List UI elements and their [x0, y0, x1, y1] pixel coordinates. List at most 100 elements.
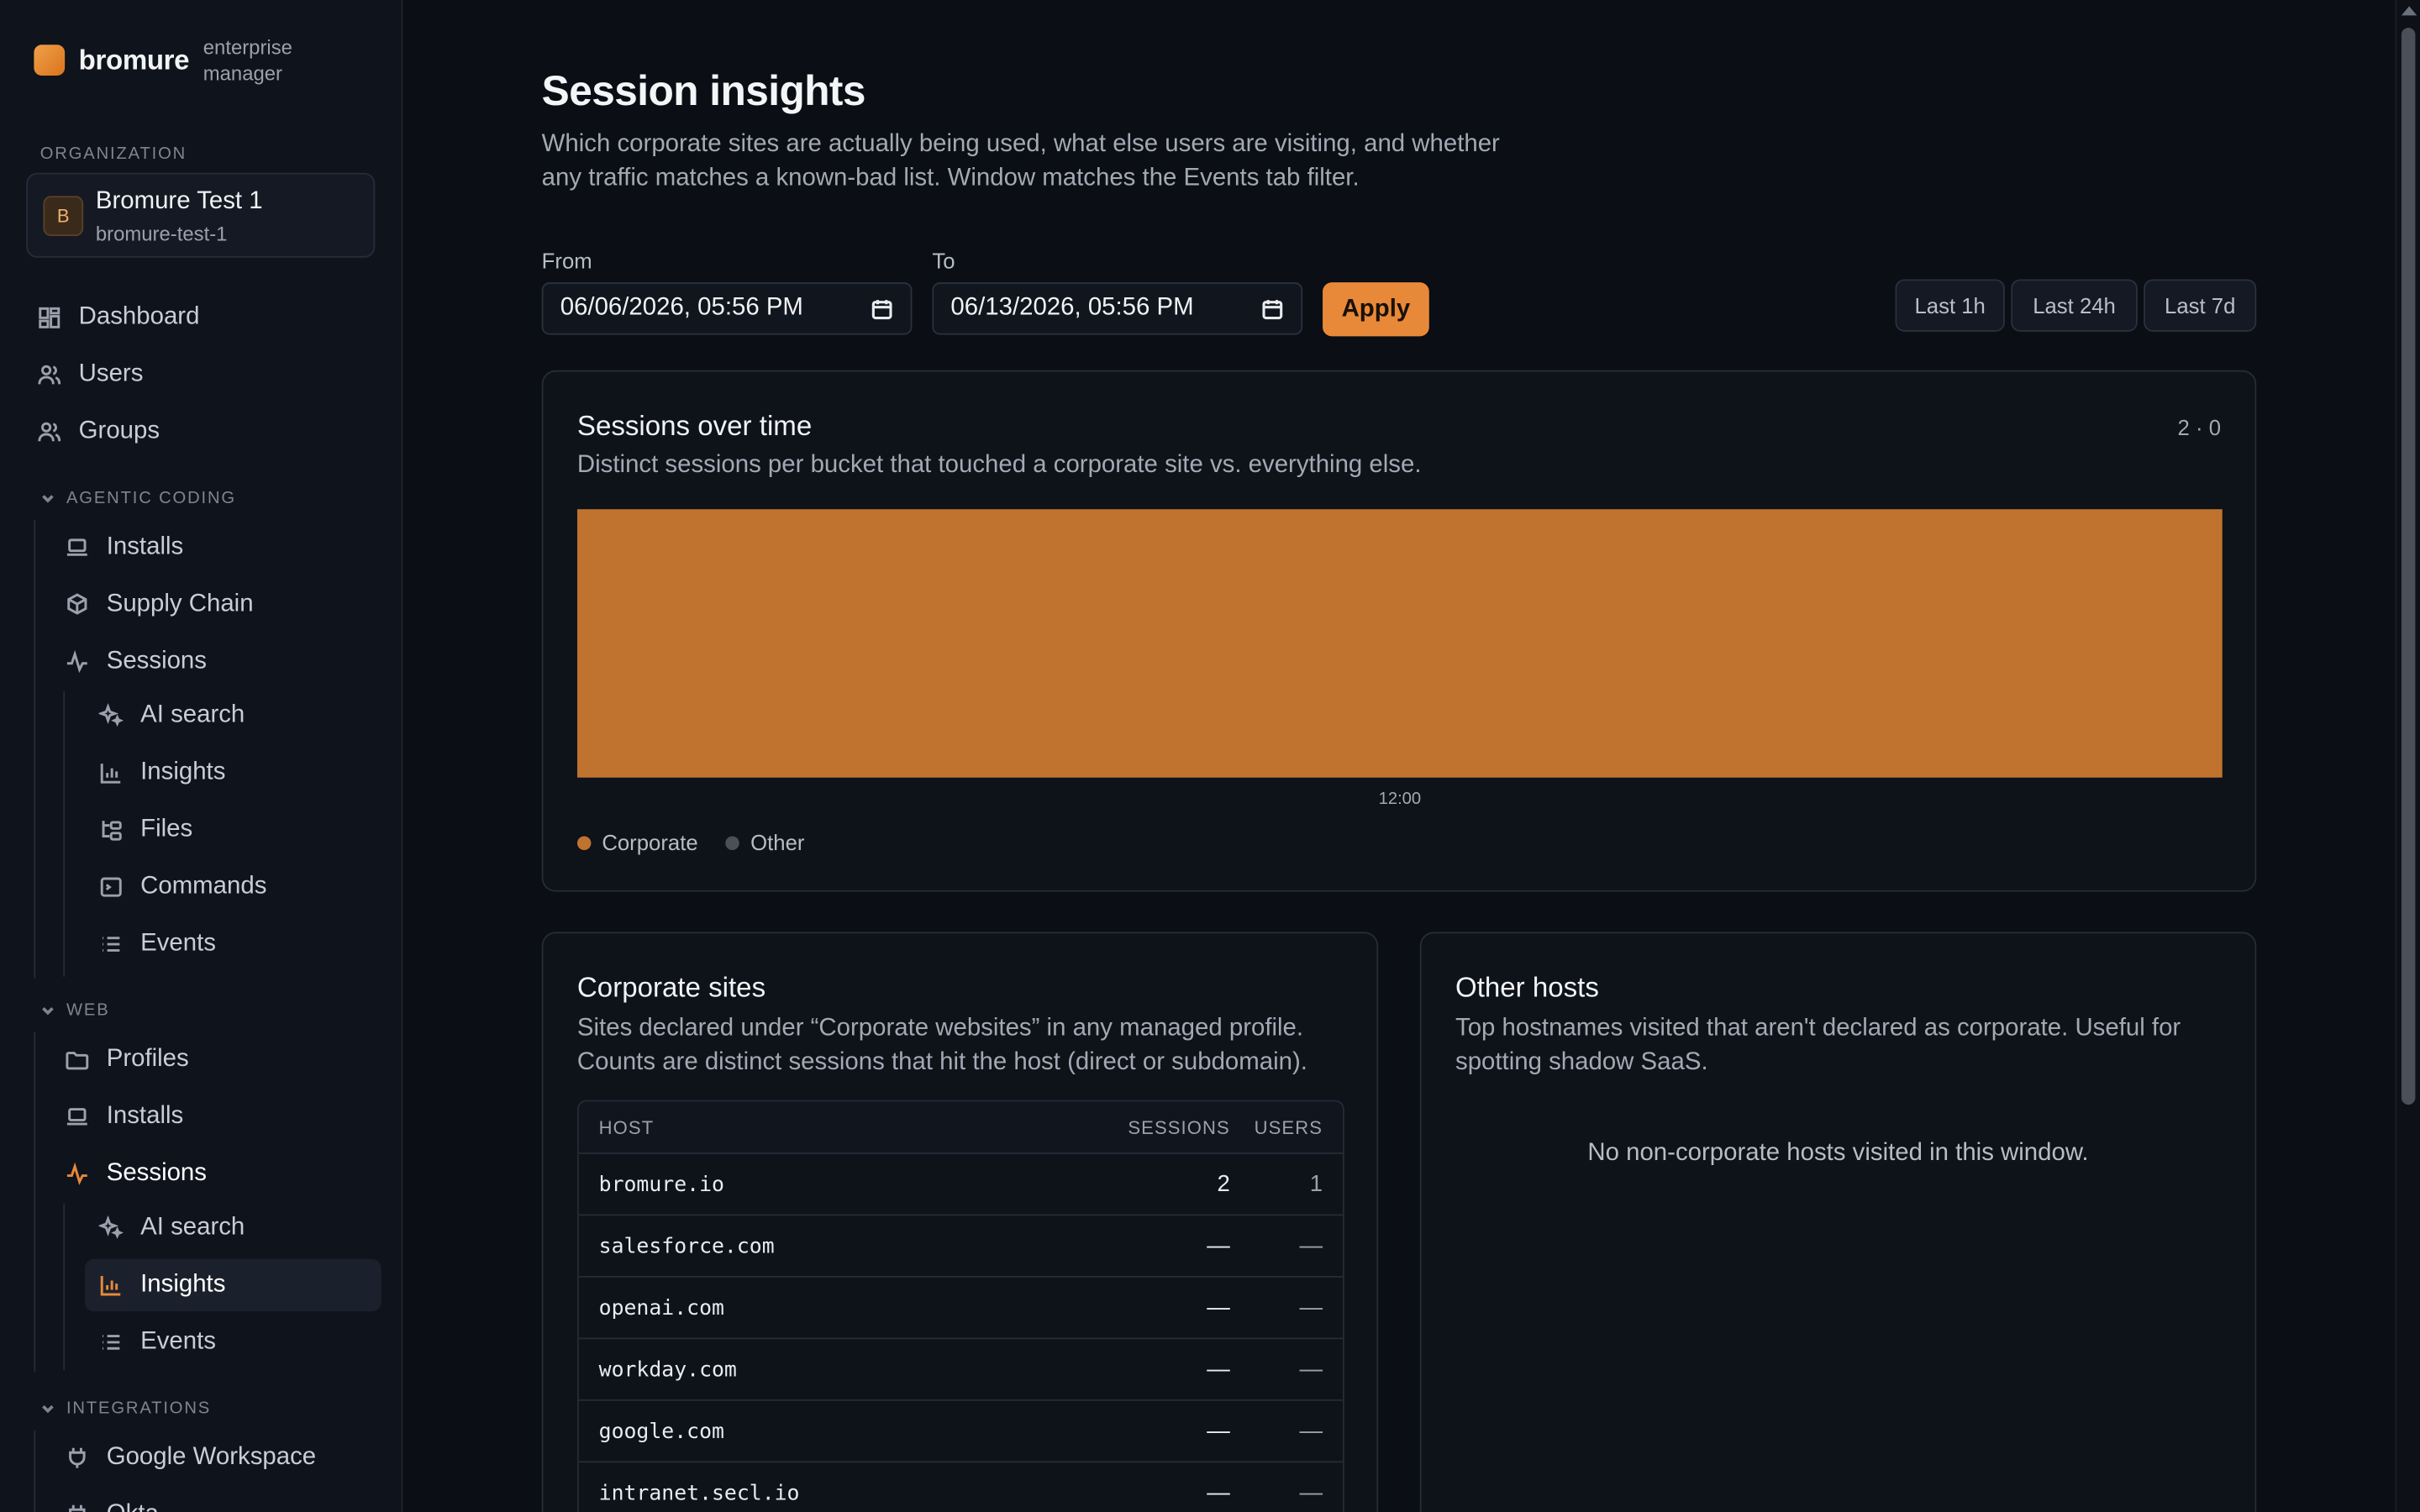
sidebar-item-dashboard[interactable]: Dashboard [37, 291, 199, 344]
card-subtitle: Top hostnames visited that aren't declar… [1455, 1015, 2181, 1076]
brand[interactable]: bromure enterprise manager [34, 34, 311, 86]
sidebar-item-label: Insights [140, 1271, 226, 1298]
range-last-24h-button[interactable]: Last 24h [2011, 279, 2138, 332]
sidebar-item-label: Dashboard [78, 303, 200, 331]
plug-icon [69, 1447, 86, 1468]
scrollbar-thumb[interactable] [2401, 28, 2416, 1105]
group-label: INTEGRATIONS [66, 1399, 212, 1418]
to-label: To [932, 248, 955, 274]
from-label: From [541, 248, 592, 274]
from-date-input[interactable]: 06/06/2026, 05:56 PM [541, 282, 913, 335]
table-row[interactable]: intranet.secl.io — — [579, 1462, 1343, 1512]
brand-subtitle: enterprise manager [203, 35, 292, 86]
range-last-1h-button[interactable]: Last 1h [1895, 279, 2005, 332]
org-avatar: B [43, 196, 84, 237]
sidebar-item-agentic-ai-search[interactable]: AI search [98, 690, 245, 742]
sidebar-item-google-workspace[interactable]: Google Workspace [65, 1431, 316, 1483]
table-row[interactable]: salesforce.com — — [578, 1215, 1343, 1278]
sparkles-icon [98, 703, 124, 727]
sidebar-item-commands[interactable]: Commands [99, 861, 266, 913]
table-row[interactable]: bromure.io 2 1 [578, 1154, 1343, 1216]
sidebar-item-web-events[interactable]: Events [99, 1316, 216, 1368]
range-last-7d-button[interactable]: Last 7d [2144, 279, 2257, 332]
tree-line [63, 690, 66, 977]
sessions-chart: 12:00 [576, 509, 2223, 808]
sidebar-item-label: Insights [140, 759, 226, 785]
package-search-icon [67, 593, 87, 615]
sidebar-item-label: Sessions [106, 1160, 207, 1187]
column-header-sessions[interactable]: SESSIONS [1092, 1116, 1230, 1138]
bar-corporate-12:00[interactable] [576, 509, 2223, 778]
column-header-host[interactable]: HOST [579, 1116, 1092, 1138]
sidebar-item-agentic-sessions[interactable]: Sessions [65, 636, 207, 688]
org-switcher[interactable]: B Bromure Test 1 bromure-test-1 [26, 172, 376, 258]
sidebar: bromure enterprise manager ORGANIZATION … [0, 0, 403, 1512]
sidebar-item-web-insights[interactable]: Insights [85, 1258, 381, 1312]
calendar-icon[interactable] [871, 297, 894, 321]
activity-icon [66, 1162, 87, 1185]
sidebar-item-label: Installs [106, 1103, 184, 1130]
apply-button[interactable]: Apply [1323, 282, 1429, 337]
other-hosts-card: Other hosts Top hostnames visited that a… [1419, 932, 2257, 1512]
sidebar-item-label: Groups [78, 417, 160, 444]
sidebar-item-label: AI search [140, 701, 245, 728]
legend-label-corporate: Corporate [602, 830, 698, 855]
table-row[interactable]: workday.com — — [578, 1339, 1343, 1401]
sidebar-item-profiles[interactable]: Profiles [65, 1034, 189, 1086]
calendar-icon[interactable] [1261, 297, 1285, 321]
corporate-sites-card: Corporate sites Sites declared under “Co… [541, 932, 1379, 1512]
sessions-cell: — [1207, 1479, 1230, 1506]
legend-swatch-corporate [576, 835, 592, 850]
sidebar-item-web-sessions[interactable]: Sessions [65, 1148, 207, 1200]
sidebar-item-label: Files [140, 816, 193, 843]
sidebar-item-okta[interactable]: Okta [65, 1488, 159, 1512]
sidebar-item-label: Supply Chain [106, 591, 254, 617]
group-toggle-agentic-coding[interactable]: AGENTIC CODING [40, 489, 236, 507]
groups-icon [38, 422, 61, 442]
sidebar-item-agentic-insights[interactable]: Insights [99, 747, 226, 799]
group-label: WEB [66, 1001, 110, 1021]
sessions-cell: — [1207, 1232, 1230, 1259]
column-header-users[interactable]: USERS [1230, 1116, 1343, 1138]
laptop-icon [66, 1108, 87, 1126]
x-tick-label: 12:00 [1379, 790, 1422, 808]
table-row[interactable]: openai.com — — [578, 1278, 1343, 1340]
group-toggle-integrations[interactable]: INTEGRATIONS [40, 1399, 211, 1418]
folder-icon [66, 1052, 89, 1070]
dashboard-icon [39, 307, 60, 328]
users-cell: — [1299, 1232, 1323, 1259]
list-icon [103, 1335, 120, 1350]
host-cell: openai.com [598, 1294, 724, 1320]
group-toggle-web[interactable]: WEB [40, 1001, 110, 1020]
sidebar-item-label: Installs [106, 533, 184, 560]
card-title: Other hosts [1455, 972, 1599, 1003]
table-row[interactable]: google.com — — [578, 1401, 1343, 1463]
users-icon [38, 365, 61, 385]
sidebar-item-label: Events [140, 930, 216, 957]
tree-line [34, 1430, 36, 1512]
sidebar-item-label: Google Workspace [106, 1444, 317, 1471]
tree-line [63, 1203, 66, 1370]
users-cell: — [1299, 1294, 1323, 1321]
sidebar-item-web-ai-search[interactable]: AI search [98, 1202, 245, 1254]
scroll-up-arrow-icon[interactable] [2401, 6, 2417, 16]
page-scrollbar[interactable] [2395, 0, 2420, 1512]
plug-icon [69, 1504, 86, 1512]
laptop-icon [66, 538, 87, 556]
sidebar-item-label: Profiles [106, 1046, 189, 1073]
sidebar-item-agentic-installs[interactable]: Installs [65, 522, 183, 574]
sidebar-item-web-installs[interactable]: Installs [65, 1091, 183, 1143]
sidebar-item-groups[interactable]: Groups [37, 406, 160, 458]
chart-legend: Corporate Other [576, 830, 804, 855]
sidebar-item-label: Okta [107, 1501, 159, 1512]
legend-swatch-other [725, 835, 740, 850]
sidebar-item-agentic-events[interactable]: Events [99, 918, 216, 970]
sidebar-item-files[interactable]: Files [99, 804, 193, 856]
to-date-input[interactable]: 06/13/2026, 05:56 PM [932, 282, 1303, 335]
sidebar-item-supply-chain[interactable]: Supply Chain [65, 579, 254, 631]
session-counter: 2 · 0 [2177, 415, 2222, 440]
host-cell: workday.com [598, 1357, 737, 1382]
activity-icon [66, 649, 87, 674]
card-title: Sessions over time [576, 410, 813, 442]
sidebar-item-users[interactable]: Users [37, 349, 143, 401]
